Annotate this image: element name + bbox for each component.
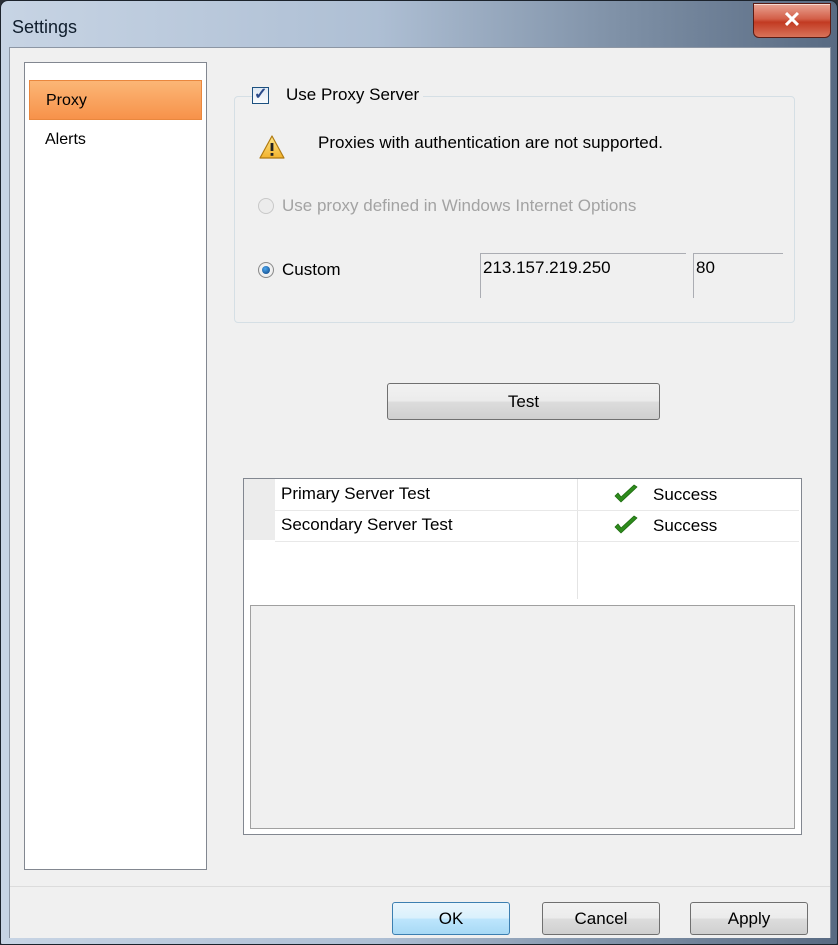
dialog-body: Proxy Alerts ✓ Use Proxy Server Proxies … <box>9 47 831 938</box>
sidebar-item-alerts[interactable]: Alerts <box>29 120 202 160</box>
status-text: Success <box>653 516 718 535</box>
close-button[interactable]: ✕ <box>753 3 831 38</box>
checkmark-icon <box>614 484 638 503</box>
windows-proxy-radio[interactable] <box>258 198 274 214</box>
test-name: Primary Server Test <box>281 484 430 503</box>
table-row[interactable]: Primary Server Test Success <box>275 480 800 510</box>
warning-text: Proxies with authentication are not supp… <box>318 133 663 152</box>
custom-proxy-label: Custom <box>282 260 341 279</box>
row-divider <box>275 541 799 542</box>
status-text: Success <box>653 485 718 504</box>
table-row[interactable]: Secondary Server Test Success <box>275 511 800 541</box>
option-windows-proxy[interactable]: Use proxy defined in Windows Internet Op… <box>258 196 636 216</box>
checkmark-glyph: ✓ <box>254 85 268 103</box>
sidebar-item-label: Alerts <box>45 131 86 148</box>
window-title: Settings <box>12 17 78 37</box>
test-status: Success <box>613 515 717 537</box>
test-name: Secondary Server Test <box>281 515 453 534</box>
proxy-host-input[interactable]: 213.157.219.250 <box>480 253 686 298</box>
sidebar-item-label: Proxy <box>46 92 87 109</box>
windows-proxy-label: Use proxy defined in Windows Internet Op… <box>282 196 637 215</box>
apply-button[interactable]: Apply <box>690 902 808 935</box>
row-header-column <box>244 479 275 540</box>
option-custom-proxy[interactable]: Custom <box>258 260 341 280</box>
ok-button[interactable]: OK <box>392 902 510 935</box>
settings-window: Settings ✕ Proxy Alerts ✓ Use Proxy Serv… <box>0 0 838 945</box>
dialog-footer: OK Cancel Apply <box>10 886 830 938</box>
proxy-settings-panel: ✓ Use Proxy Server Proxies with authenti… <box>208 48 830 886</box>
test-button[interactable]: Test <box>387 383 660 420</box>
sidebar-item-proxy[interactable]: Proxy <box>29 80 202 120</box>
settings-sidebar: Proxy Alerts <box>24 62 207 870</box>
proxy-port-input[interactable]: 80 <box>693 253 783 298</box>
test-detail-area <box>250 605 795 829</box>
use-proxy-row: ✓ Use Proxy Server <box>252 80 424 110</box>
custom-proxy-radio[interactable] <box>258 262 274 278</box>
test-results-grid: Primary Server Test Success Secondary Se… <box>243 478 802 835</box>
test-status: Success <box>613 484 717 506</box>
use-proxy-label: Use Proxy Server <box>286 85 420 104</box>
use-proxy-checkbox[interactable]: ✓ <box>252 85 269 104</box>
close-icon: ✕ <box>782 7 802 32</box>
cancel-button[interactable]: Cancel <box>542 902 660 935</box>
title-bar[interactable]: Settings ✕ <box>1 1 837 47</box>
warning-icon <box>259 135 285 159</box>
checkmark-icon <box>614 515 638 534</box>
